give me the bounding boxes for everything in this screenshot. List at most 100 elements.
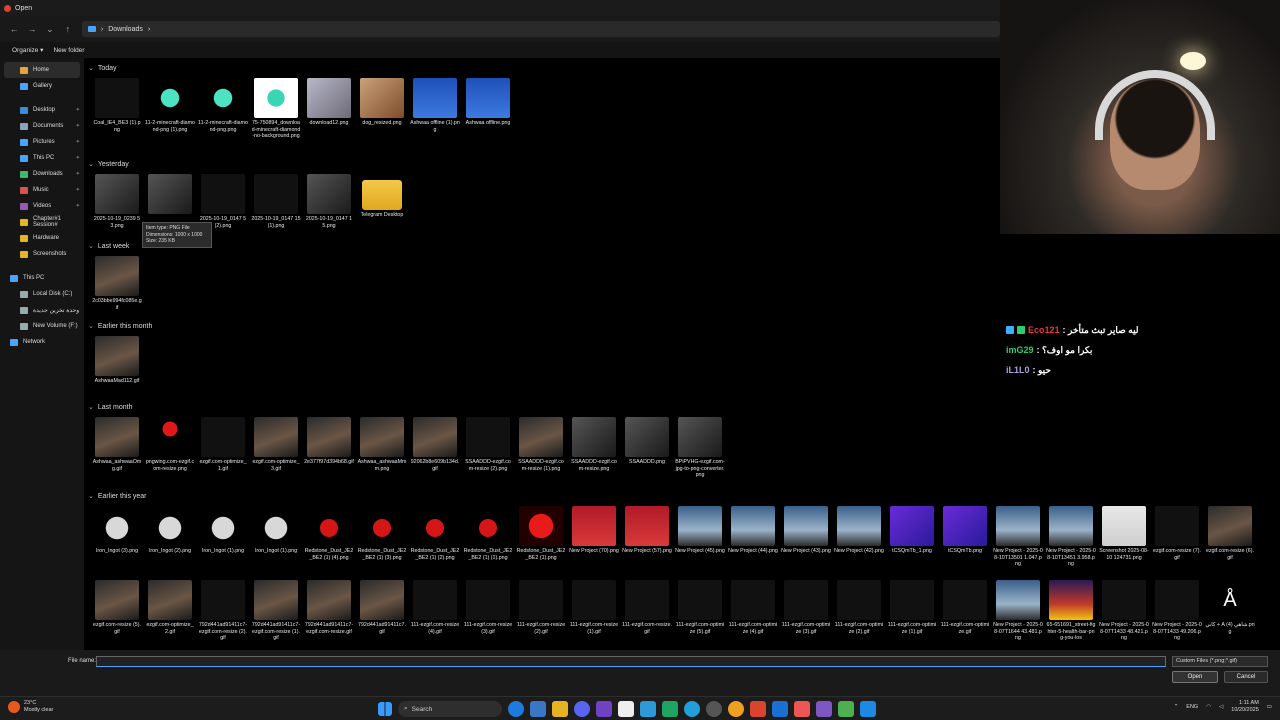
file-item[interactable]: pngwing.com-ezgif.com-resize.png xyxy=(145,417,195,472)
app-icon[interactable] xyxy=(530,701,546,717)
file-item[interactable]: 111-ezgif.com-optimize (5).gif xyxy=(675,580,725,635)
sidebar-item[interactable]: Chapter#1 Session# xyxy=(0,214,84,230)
file-item[interactable]: Coal_IE4_BE3 (1).png xyxy=(92,78,142,133)
file-item[interactable]: 75-750894_download-minecraft-diamond-no-… xyxy=(251,78,301,140)
breadcrumb-downloads[interactable]: Downloads xyxy=(108,26,143,33)
file-item[interactable]: Ashwaa offline.png xyxy=(463,78,513,127)
file-item[interactable]: Iron_Ingot (1).png xyxy=(251,506,301,555)
sidebar-item[interactable]: Hardware xyxy=(0,230,84,246)
file-item[interactable]: New Project - 2025-08-10T13501 1.047.png xyxy=(993,506,1043,568)
sidebar-item[interactable]: This PC ✦ xyxy=(0,150,84,166)
file-item[interactable]: New Project (44).png xyxy=(728,506,778,555)
file-item[interactable]: ezgif.com-optimize_2.gif xyxy=(145,580,195,635)
sidebar-item[interactable]: Videos ✦ xyxy=(0,198,84,214)
file-item[interactable]: 92062b8e609b134d.gif xyxy=(410,417,460,472)
file-item[interactable]: New Project (70).png xyxy=(569,506,619,555)
file-item[interactable]: Iron_Ingot (2).png xyxy=(145,506,195,555)
file-item[interactable]: 111-ezgif.com-resize (1).gif xyxy=(569,580,619,635)
sidebar-item[interactable]: Home xyxy=(4,62,80,78)
file-item[interactable]: 111-ezgif.com-optimize (2).gif xyxy=(834,580,884,635)
app-icon[interactable] xyxy=(596,701,612,717)
file-item[interactable]: ezgif.com-optimize_1.gif xyxy=(198,417,248,472)
up-arrow-icon[interactable]: ↑ xyxy=(62,23,74,35)
file-item[interactable]: 111-ezgif.com-optimize (4).gif xyxy=(728,580,778,635)
start-windows-icon[interactable] xyxy=(378,702,392,716)
file-item[interactable]: New Project - 2025-08-10T13451 3.958.png xyxy=(1046,506,1096,568)
app-icon[interactable] xyxy=(640,701,656,717)
file-item[interactable]: 111-ezgif.com-optimize (3).gif xyxy=(781,580,831,635)
edge-icon[interactable] xyxy=(508,701,524,717)
forward-arrow-icon[interactable]: → xyxy=(26,23,38,35)
file-item[interactable]: 111-ezgif.com-resize.gif xyxy=(622,580,672,635)
file-item[interactable]: SSAADDD.png xyxy=(622,417,672,466)
file-item[interactable]: Redstone_Dust_JE2_BE2 (1).png xyxy=(516,506,566,561)
group-header[interactable]: Today xyxy=(88,62,117,74)
new-folder-button[interactable]: New folder xyxy=(53,47,84,54)
back-arrow-icon[interactable]: ← xyxy=(8,23,20,35)
file-item[interactable]: Ashwaa_ashwaaOmg.gif xyxy=(92,417,142,472)
group-header[interactable]: Last month xyxy=(88,401,133,413)
file-item[interactable]: New Project (42).png xyxy=(834,506,884,555)
file-item[interactable]: Telegram Desktop xyxy=(357,174,407,219)
app-icon[interactable] xyxy=(816,701,832,717)
file-item[interactable]: 792d441ad91411c7-ezgif.com-resize.gif xyxy=(304,580,354,635)
weather-widget[interactable]: 23°C Mostly clear xyxy=(8,700,53,714)
file-item[interactable]: Ashwaa_ashwaaMmm.png xyxy=(357,417,407,472)
file-item[interactable]: 111-ezgif.com-optimize.gif xyxy=(940,580,990,635)
file-item[interactable]: 2025-10-19_0239 53.png xyxy=(92,174,142,229)
taskbar-search[interactable]: ⌕ Search xyxy=(398,701,502,717)
file-item[interactable]: New Project - 2025-08-07T1644 43.481.png xyxy=(993,580,1043,642)
file-item[interactable]: 2c03bbe994fc085e.gif xyxy=(92,256,142,311)
sidebar-item[interactable]: وحدة تخزين جديدة xyxy=(0,302,84,318)
file-item[interactable]: 11-2-minecraft-diamond-png (1).png xyxy=(145,78,195,133)
group-header[interactable]: Earlier this year xyxy=(88,490,147,502)
file-item[interactable]: 2e377f97d394b68.gif xyxy=(304,417,354,466)
app-icon[interactable] xyxy=(794,701,810,717)
group-header[interactable]: Earlier this month xyxy=(88,320,152,332)
file-item[interactable]: ezgif.com-resize (6).gif xyxy=(1205,506,1255,561)
file-item[interactable]: 111-ezgif.com-optimize (1).gif xyxy=(887,580,937,635)
file-item[interactable]: Ashwaa offline (1).png xyxy=(410,78,460,133)
language-indicator[interactable]: ENG xyxy=(1186,704,1198,710)
file-item[interactable]: BPiPVHG-ezgif.com-jpg-to-png-converter.p… xyxy=(675,417,725,479)
file-item[interactable]: Å كابي + A شاهي (4).png xyxy=(1205,580,1255,635)
sidebar-item[interactable]: Documents ✦ xyxy=(0,118,84,134)
recent-chevron-icon[interactable]: ⌄ xyxy=(44,23,56,35)
sidebar-item[interactable]: Pictures ✦ xyxy=(0,134,84,150)
chevron-up-icon[interactable]: ⌃ xyxy=(1174,704,1179,710)
file-item[interactable]: Redstone_Dust_JE2_BE2 (1) (4).png xyxy=(304,506,354,561)
file-item[interactable] xyxy=(145,174,195,216)
group-header[interactable]: Last week xyxy=(88,240,130,252)
sidebar-item[interactable]: Desktop ✦ xyxy=(0,102,84,118)
file-item[interactable]: download12.png xyxy=(304,78,354,127)
file-item[interactable]: New Project (57).png xyxy=(622,506,672,555)
file-item[interactable]: SSAADDD-ezgif.com-resize (1).png xyxy=(516,417,566,472)
file-item[interactable]: AshwaaMad112.gif xyxy=(92,336,142,385)
file-item[interactable]: Redstone_Dust_JE2_BE2 (1) (1).png xyxy=(463,506,513,561)
file-item[interactable]: 2025-10-19_0147 5 (2).png xyxy=(198,174,248,229)
file-item[interactable]: SSAADDD-ezgif.com-resize.png xyxy=(569,417,619,472)
sidebar-item[interactable]: New Volume (F:) xyxy=(0,318,84,334)
file-item[interactable]: dog_resized.png xyxy=(357,78,407,127)
sidebar-item[interactable]: Local Disk (C:) xyxy=(0,286,84,302)
chrome-icon[interactable] xyxy=(728,701,744,717)
file-item[interactable]: 792d441ad91411c7-ezgif.com-resize (2).gi… xyxy=(198,580,248,642)
file-item[interactable]: ezgif.com-resize (7).gif xyxy=(1152,506,1202,561)
file-item[interactable]: tCSQmTb_1.png xyxy=(887,506,937,555)
app-icon[interactable] xyxy=(860,701,876,717)
file-item[interactable]: tCSQmTb.png xyxy=(940,506,990,555)
file-item[interactable]: 65-651691_street-fighter-5-health-bar-pn… xyxy=(1046,580,1096,642)
minecraft-icon[interactable] xyxy=(838,701,854,717)
file-item[interactable]: Screenshot 2025-08-10 124731.png xyxy=(1099,506,1149,561)
file-item[interactable]: Redstone_Dust_JE2_BE2 (1) (2).png xyxy=(410,506,460,561)
file-item[interactable]: Redstone_Dust_JE2_BE2 (1) (3).png xyxy=(357,506,407,561)
file-explorer-icon[interactable] xyxy=(552,701,568,717)
sidebar-item[interactable]: This PC xyxy=(0,270,84,286)
file-item[interactable]: 792d441ad91411c7-ezgif.com-resize (1).gi… xyxy=(251,580,301,642)
notification-icon[interactable]: ▭ xyxy=(1267,704,1272,710)
file-item[interactable]: 111-ezgif.com-resize (2).gif xyxy=(516,580,566,635)
clock[interactable]: 1:11 AM 10/20/2025 xyxy=(1231,700,1259,714)
file-item[interactable]: New Project - 2025-08-07T1433 49.206.png xyxy=(1152,580,1202,642)
sidebar-item[interactable]: Music ✦ xyxy=(0,182,84,198)
file-item[interactable]: New Project - 2025-08-07T1433 48.421.png xyxy=(1099,580,1149,642)
